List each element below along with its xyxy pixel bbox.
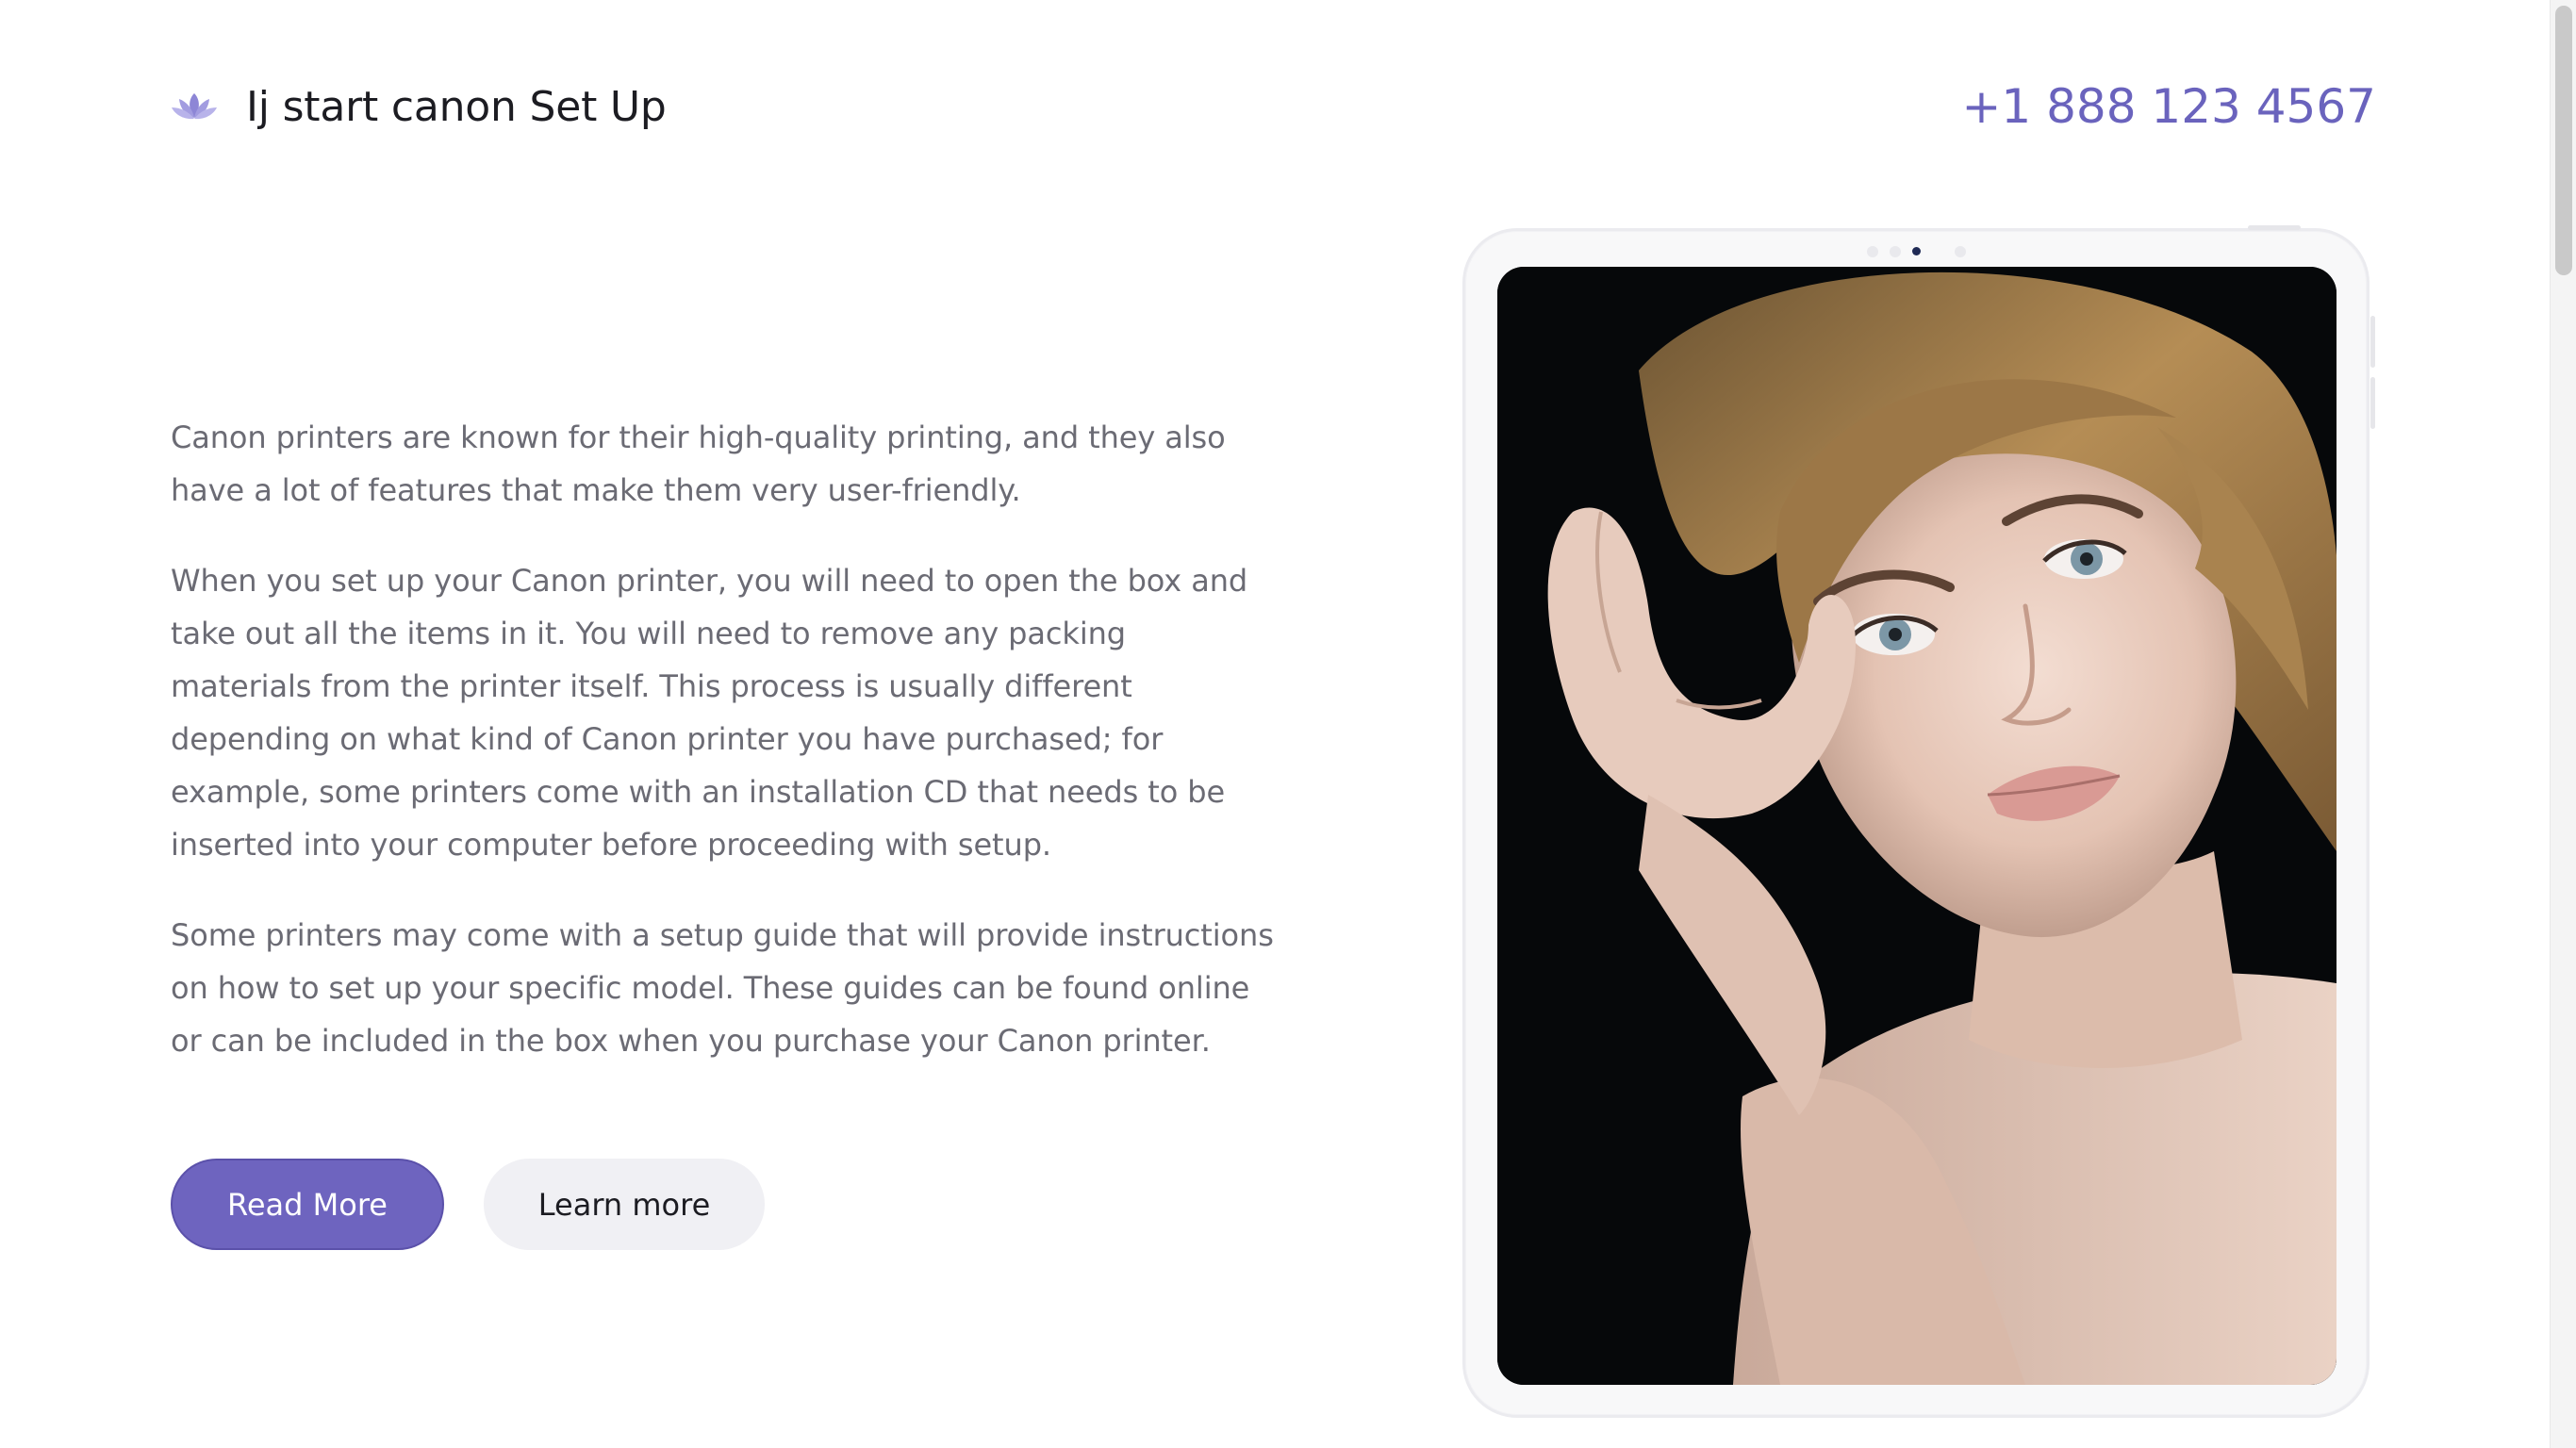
cta-buttons: Read More Learn more	[171, 1159, 765, 1250]
scrollbar-thumb[interactable]	[2555, 6, 2572, 275]
learn-more-button[interactable]: Learn more	[484, 1159, 765, 1250]
tablet-volume-up	[2370, 316, 2375, 368]
site-header: Ij start canon Set Up +1 888 123 4567	[171, 74, 2376, 140]
sensor-dot	[1889, 246, 1901, 257]
tablet-mockup	[1462, 225, 2375, 1418]
camera-lens-icon	[1911, 247, 1921, 255]
tablet-camera-bar	[1465, 246, 2367, 257]
tablet-volume-down	[2370, 377, 2375, 429]
brand-link[interactable]: Ij start canon Set Up	[171, 74, 667, 140]
paragraph-2: When you set up your Canon printer, you …	[171, 563, 1248, 863]
sensor-dot	[1866, 246, 1878, 257]
lotus-icon	[171, 88, 218, 125]
page-scrollbar[interactable]	[2550, 0, 2576, 1448]
phone-link[interactable]: +1 888 123 4567	[1961, 74, 2376, 140]
read-more-button[interactable]: Read More	[171, 1159, 444, 1250]
hero-portrait-image	[1497, 267, 2337, 1385]
intro-content: Canon printers are known for their high-…	[171, 411, 1274, 1105]
paragraph-3: Some printers may come with a setup guid…	[171, 917, 1274, 1059]
paragraph-1: Canon printers are known for their high-…	[171, 420, 1226, 508]
sensor-dot	[1954, 246, 1966, 257]
site-title: Ij start canon Set Up	[246, 82, 667, 131]
tablet-top-button	[2248, 225, 2301, 230]
